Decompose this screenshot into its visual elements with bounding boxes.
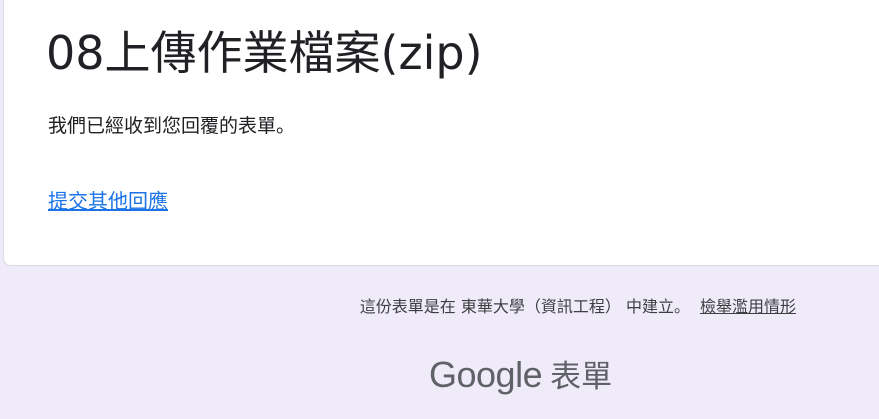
google-wordmark: Google (429, 354, 543, 395)
confirmation-message: 我們已經收到您回覆的表單。 (48, 115, 296, 137)
report-abuse-link[interactable]: 檢舉濫用情形 (700, 297, 796, 316)
google-forms-logo[interactable]: Google 表單 (429, 351, 612, 401)
form-created-text: 這份表單是在 東華大學（資訊工程） 中建立。 (359, 297, 690, 316)
submit-another-response-link[interactable]: 提交其他回應 (48, 187, 168, 215)
forms-wordmark: 表單 (550, 359, 613, 395)
footer-disclaimer: 這份表單是在 東華大學（資訊工程） 中建立。 檢舉濫用情形 (360, 295, 796, 319)
page: 08上傳作業檔案(zip) 我們已經收到您回覆的表單。 提交其他回應 這份表單是… (0, 0, 879, 419)
confirmation-card: 08上傳作業檔案(zip) 我們已經收到您回覆的表單。 提交其他回應 (3, 0, 879, 266)
form-title: 08上傳作業檔案(zip) (46, 26, 483, 80)
